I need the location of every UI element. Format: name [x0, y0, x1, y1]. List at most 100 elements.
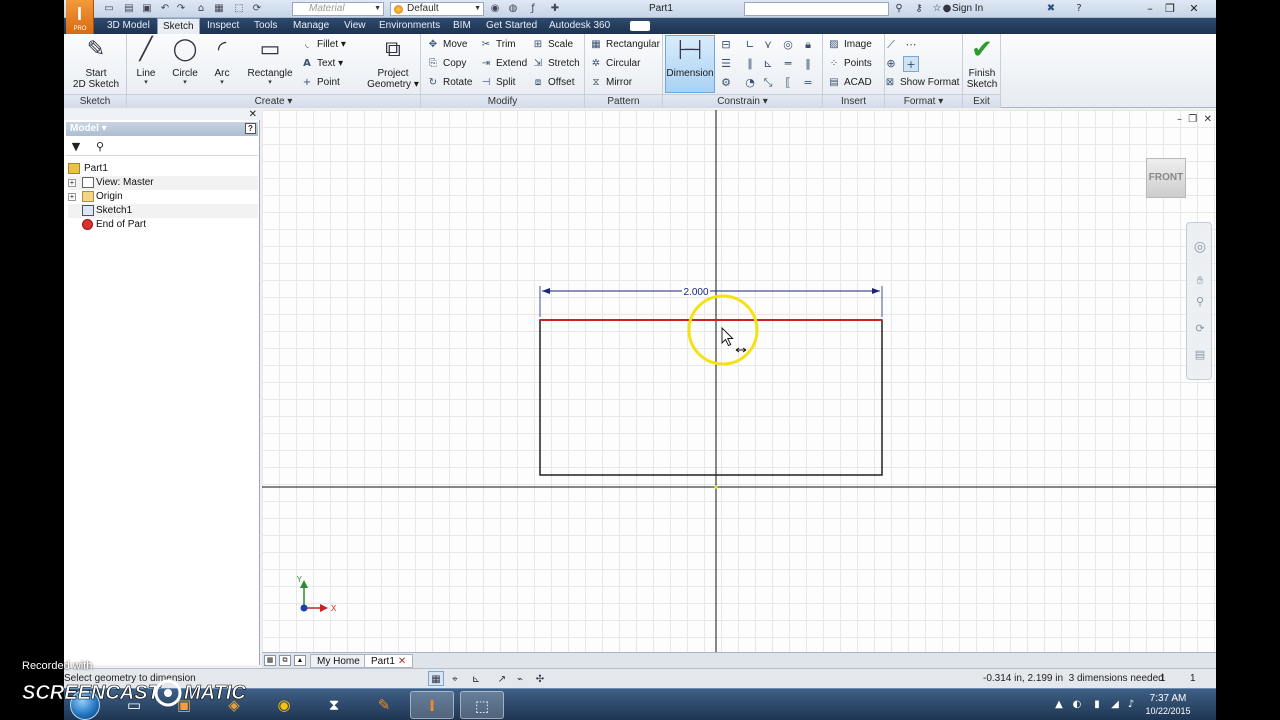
show-format-button[interactable]: ⊠ Show Format — [883, 75, 960, 91]
mirror-button[interactable]: ⧖ Mirror — [589, 75, 632, 91]
split-button[interactable]: ⊣ Split — [479, 75, 516, 91]
orbit-icon[interactable]: ⟳ — [1192, 321, 1208, 337]
tab-environments[interactable]: Environments — [374, 18, 445, 34]
select-icon[interactable]: ⬚ — [232, 2, 246, 16]
sign-in-link[interactable]: Sign In — [952, 3, 983, 14]
tray-network-icon[interactable]: ◐ — [1070, 698, 1084, 712]
tab-sketch[interactable]: Sketch — [157, 18, 200, 34]
fillet-button[interactable]: ◟ Fillet ▾ — [300, 37, 346, 53]
application-menu-button[interactable]: I PRO — [66, 0, 94, 34]
show-constraints-icon[interactable]: ⌁ — [512, 671, 528, 686]
help-icon[interactable]: ? — [245, 123, 256, 134]
expand-icon[interactable]: + — [68, 179, 76, 187]
redo-icon[interactable]: ↷ — [174, 2, 188, 16]
ribbon-options-icon[interactable] — [630, 21, 650, 31]
smooth-icon[interactable]: ⤡ — [760, 75, 776, 91]
tab-my-home[interactable]: My Home — [310, 654, 367, 668]
look-at-icon[interactable]: ▤ — [1192, 347, 1208, 363]
binoculars-icon[interactable]: ⚲ — [92, 139, 108, 155]
rectangle-button[interactable]: ▭ Rectangle ▾ — [245, 36, 295, 86]
undo-icon[interactable]: ↶ — [158, 2, 172, 16]
sketch-rectangle[interactable] — [539, 319, 883, 476]
show-dof-icon[interactable]: ↗ — [494, 671, 510, 686]
clock-time[interactable]: 7:37 AM — [1138, 693, 1198, 704]
close-icon[interactable]: ✕ — [398, 656, 406, 667]
constraint-settings-icon[interactable]: ⚙ — [718, 75, 734, 91]
dimension-text[interactable]: 2.000 — [683, 287, 708, 298]
screen-recorder-icon[interactable]: ⬚ — [460, 691, 504, 719]
degrees-of-freedom-icon[interactable]: ✣ — [532, 671, 548, 686]
auto-dimension-icon[interactable]: ⊟ — [718, 37, 734, 53]
stretch-button[interactable]: ⇲ Stretch — [531, 56, 580, 72]
origin-point[interactable] — [714, 485, 718, 489]
start-2d-sketch-button[interactable]: ✎ Start 2D Sketch — [68, 36, 124, 90]
create-panel-label[interactable]: Create ▾ — [127, 94, 420, 108]
offset-button[interactable]: ⧈ Offset — [531, 75, 575, 91]
cascade-icon[interactable]: ⧉ — [279, 655, 291, 666]
close-icon[interactable]: ✕ — [1184, 1, 1204, 16]
tray-battery-icon[interactable]: ▮ — [1090, 698, 1104, 712]
insert-acad-button[interactable]: ▤ ACAD — [827, 75, 872, 91]
insert-image-button[interactable]: ▨ Image — [827, 37, 872, 53]
tab-view[interactable]: View — [339, 18, 371, 34]
steering-wheel-icon[interactable]: ◎ — [1192, 239, 1208, 255]
open-icon[interactable]: ▤ — [122, 2, 136, 16]
search-input[interactable] — [744, 2, 889, 16]
add-icon[interactable]: ✚ — [548, 2, 562, 16]
sketchbook-icon[interactable]: ✎ — [362, 691, 406, 719]
symmetric-icon[interactable]: ⟦ — [780, 75, 796, 91]
driven-dimension-icon[interactable]: + — [903, 56, 919, 72]
circle-button[interactable]: ◯ Circle ▾ — [167, 36, 203, 86]
coincident-icon[interactable]: ∟ — [742, 37, 758, 53]
format-panel-label[interactable]: Format ▾ — [885, 94, 962, 108]
help-icon[interactable]: ? — [1072, 2, 1086, 16]
equal-icon[interactable]: = — [800, 75, 816, 91]
minimize-icon[interactable]: – — [1140, 1, 1160, 16]
browser-header[interactable]: Model ▾ ? — [66, 122, 258, 136]
save-icon[interactable]: ▣ — [140, 2, 154, 16]
rotate-button[interactable]: ↻ Rotate — [426, 75, 473, 91]
arc-button[interactable]: ◜ Arc ▾ — [207, 36, 237, 86]
tree-item-sketch1[interactable]: Sketch1 — [68, 204, 258, 218]
constrain-panel-label[interactable]: Constrain ▾ — [663, 94, 822, 108]
copy-button[interactable]: ⎘ Copy — [426, 56, 466, 72]
circular-pattern-button[interactable]: ✲ Circular — [589, 56, 641, 72]
perpendicular-icon[interactable]: ⊾ — [760, 56, 776, 72]
tab-bim[interactable]: BIM — [448, 18, 476, 34]
show-constraints-icon[interactable]: ☰ — [718, 56, 734, 72]
key-icon[interactable]: ⚷ — [912, 2, 926, 16]
clock-date[interactable]: 10/22/2015 — [1138, 706, 1198, 716]
tab-autodesk-360[interactable]: Autodesk 360 — [544, 18, 615, 34]
centerline-icon[interactable]: ⋯ — [903, 37, 919, 53]
extend-button[interactable]: ⇥ Extend — [479, 56, 527, 72]
hourglass-app-icon[interactable]: ⧗ — [312, 691, 356, 719]
inventor-taskbar-icon[interactable]: I — [410, 691, 454, 719]
scale-button[interactable]: ⊞ Scale — [531, 37, 573, 53]
close-icon[interactable]: ✕ — [249, 109, 257, 120]
appearance-dropdown[interactable]: Default ▼ — [390, 2, 484, 16]
expand-icon[interactable]: + — [68, 193, 76, 201]
binoculars-icon[interactable]: ⚲ — [892, 2, 906, 16]
horizontal-icon[interactable]: ═ — [780, 56, 796, 72]
collinear-icon[interactable]: ⋎ — [760, 37, 776, 53]
folder-icon[interactable]: ▦ — [212, 2, 226, 16]
finish-sketch-button[interactable]: ✔ Finish Sketch — [964, 36, 1000, 90]
graphics-window[interactable]: 2.000 Y X – ❐ ✕ FRONT ◎ ✋︎ ⚲ ⟳ ▤ — [262, 110, 1216, 652]
tab-manage[interactable]: Manage — [288, 18, 334, 34]
tree-item-origin[interactable]: + Origin — [68, 190, 258, 204]
pan-icon[interactable]: ✋︎ — [1192, 273, 1208, 289]
constraint-inference-icon[interactable]: ⊾ — [468, 671, 484, 686]
tangent-icon[interactable]: ◔ — [742, 75, 758, 91]
trim-button[interactable]: ✂ Trim — [479, 37, 516, 53]
tab-inspect[interactable]: Inspect — [202, 18, 244, 34]
text-button[interactable]: A Text ▾ — [300, 56, 343, 72]
parallel-icon[interactable]: ∥ — [742, 56, 758, 72]
chrome-icon[interactable]: ◉ — [262, 691, 306, 719]
tab-part1[interactable]: Part1 ✕ — [364, 654, 414, 668]
dimension-button[interactable]: ├─┤ Dimension — [665, 35, 715, 93]
exchange-icon[interactable]: ✖ — [1044, 2, 1058, 16]
concentric-icon[interactable]: ◎ — [780, 37, 796, 53]
construction-icon[interactable]: ⟋ — [883, 37, 899, 53]
tray-volume-icon[interactable]: ♪ — [1124, 698, 1138, 712]
line-button[interactable]: ╱ Line ▾ — [131, 36, 161, 86]
